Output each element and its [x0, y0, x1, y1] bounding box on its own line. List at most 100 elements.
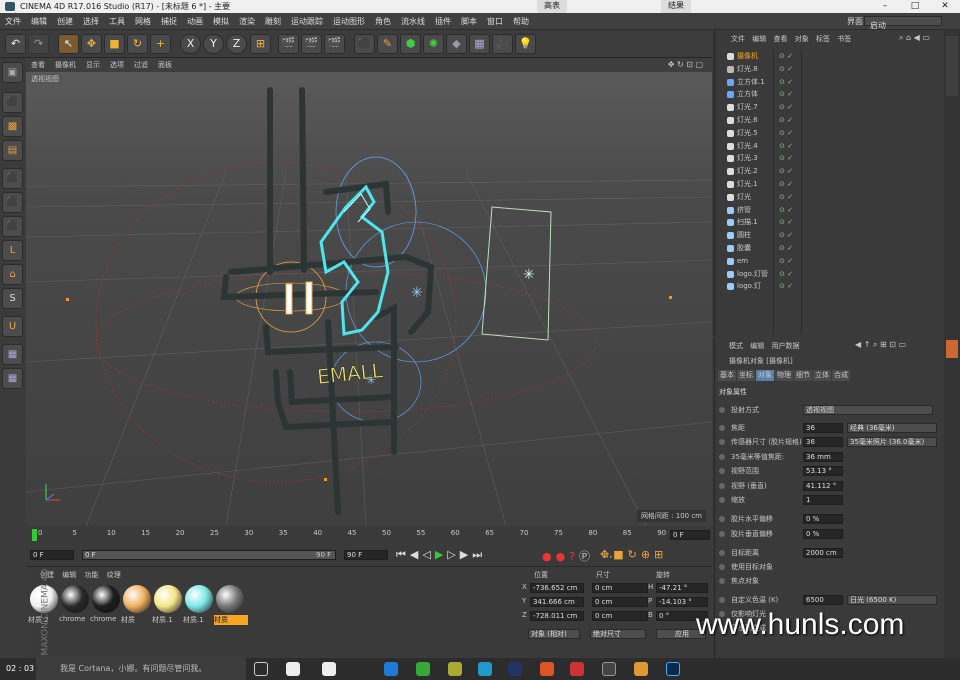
attr-preset-dropdown[interactable]: 日光 (6500 K) [847, 595, 937, 605]
menu-help[interactable]: 帮助 [508, 13, 534, 30]
axis-mode-icon[interactable]: L [2, 240, 23, 261]
move-icon[interactable]: ✥ [81, 34, 102, 54]
snap-icon[interactable]: S [2, 288, 23, 309]
material-ball[interactable] [216, 585, 244, 613]
cube-icon[interactable]: ⬛ [354, 34, 375, 54]
visibility-check-icon[interactable]: ⊙ ✓ [779, 280, 793, 293]
task-view-icon[interactable] [254, 662, 268, 676]
app-icon[interactable] [602, 662, 616, 676]
visibility-check-icon[interactable]: ⊙ ✓ [779, 178, 793, 191]
visibility-check-icon[interactable]: ⊙ ✓ [779, 63, 793, 76]
coordinate-system-icon[interactable]: ⊞ [250, 34, 271, 54]
scale-icon[interactable]: ■ [104, 34, 125, 54]
object-row[interactable]: 灯光.5 ⊙ ✓ [715, 127, 943, 140]
menu-script[interactable]: 脚本 [456, 13, 482, 30]
material-ball[interactable] [123, 585, 151, 613]
visibility-check-icon[interactable]: ⊙ ✓ [779, 204, 793, 217]
attr-value[interactable]: 透视视图 [803, 405, 933, 415]
workplane-icon[interactable]: ▤ [2, 140, 23, 161]
x-axis-button[interactable]: X [180, 34, 201, 54]
attr-tab[interactable]: 物理 [775, 370, 793, 381]
object-row[interactable]: em ⊙ ✓ [715, 255, 943, 268]
visibility-check-icon[interactable]: ⊙ ✓ [779, 76, 793, 89]
y-axis-button[interactable]: Y [203, 34, 224, 54]
attr-tab[interactable]: 坐标 [737, 370, 755, 381]
model-mode-icon[interactable]: ⬛ [2, 92, 23, 113]
cinema4d-icon[interactable] [508, 662, 522, 676]
animate-dot-icon[interactable] [719, 483, 725, 489]
start-frame-field[interactable]: 0 F [30, 550, 74, 560]
photoshop-icon[interactable] [666, 662, 680, 676]
material-ball[interactable] [61, 585, 89, 613]
attr-preset-dropdown[interactable]: 35毫米照片 (36.0毫米) [847, 437, 937, 447]
attr-tab[interactable]: 立体 [813, 370, 831, 381]
menu-select[interactable]: 选择 [78, 13, 104, 30]
powerpoint-icon[interactable] [570, 662, 584, 676]
material-ball[interactable] [92, 585, 120, 613]
menu-motion-tracking[interactable]: 运动跟踪 [286, 13, 328, 30]
attr-tab[interactable]: 对象 [756, 370, 774, 381]
object-row[interactable]: 立方体 ⊙ ✓ [715, 88, 943, 101]
layout-dropdown[interactable]: 启动 [864, 16, 942, 30]
animate-dot-icon[interactable] [719, 497, 725, 503]
position-field[interactable]: 341.666 cm [530, 597, 584, 607]
menu-tools[interactable]: 工具 [104, 13, 130, 30]
object-row[interactable]: 灯光.7 ⊙ ✓ [715, 101, 943, 114]
object-row[interactable]: 灯光.1 ⊙ ✓ [715, 178, 943, 191]
pen-icon[interactable]: ✎ [377, 34, 398, 54]
object-row[interactable]: 灯光.6 ⊙ ✓ [715, 114, 943, 127]
mat-menu-function[interactable]: 功能 [84, 571, 98, 579]
rotation-field[interactable]: -14.103 ° [656, 597, 708, 607]
coord-mode-dropdown[interactable]: 对象 (相对) [528, 629, 580, 639]
am-nav-icons[interactable]: ◀ ↑ ⌕ ⊞ ⊡ ▭ [855, 340, 906, 350]
tab-high[interactable]: 高表 [537, 0, 567, 13]
om-search-icon[interactable]: ⌕ ⌂ ◀ ▭ [899, 33, 930, 43]
side-tabs[interactable] [944, 30, 960, 658]
mat-menu-texture[interactable]: 纹理 [107, 571, 121, 579]
options-menu[interactable]: 选项 [105, 58, 129, 72]
position-field[interactable]: -736.652 cm [530, 583, 584, 593]
view-menu[interactable]: 查看 [26, 58, 50, 72]
app-icon[interactable] [286, 662, 300, 676]
rotate-icon[interactable]: ↻ [127, 34, 148, 54]
attr-value[interactable]: 41.112 ° [803, 481, 843, 491]
menu-edit[interactable]: 编辑 [26, 13, 52, 30]
object-row[interactable]: 圆柱 ⊙ ✓ [715, 229, 943, 242]
magnet-icon[interactable]: U [2, 316, 23, 337]
animate-dot-icon[interactable] [719, 550, 725, 556]
attr-value[interactable]: 53.13 ° [803, 466, 843, 476]
object-row[interactable]: 灯光.3 ⊙ ✓ [715, 152, 943, 165]
am-menu-userdata[interactable]: 用户数据 [771, 342, 799, 350]
object-row[interactable]: logo.灯 ⊙ ✓ [715, 280, 943, 293]
attr-tab[interactable]: 合成 [832, 370, 850, 381]
attr-value[interactable]: 1 [803, 495, 843, 505]
app-icon[interactable] [540, 662, 554, 676]
animate-dot-icon[interactable] [719, 468, 725, 474]
object-row[interactable]: 立方体.1 ⊙ ✓ [715, 76, 943, 89]
menu-character[interactable]: 角色 [370, 13, 396, 30]
render-picture-viewer-icon[interactable]: 🎬 [301, 34, 322, 54]
menu-simulate[interactable]: 模拟 [208, 13, 234, 30]
visibility-check-icon[interactable]: ⊙ ✓ [779, 191, 793, 204]
animate-dot-icon[interactable] [719, 531, 725, 537]
attr-value[interactable]: 2000 cm [803, 548, 843, 558]
visibility-check-icon[interactable]: ⊙ ✓ [779, 127, 793, 140]
menu-file[interactable]: 文件 [0, 13, 26, 30]
attr-tab[interactable]: 细节 [794, 370, 812, 381]
wechat-icon[interactable] [416, 662, 430, 676]
redo-icon[interactable]: ↷ [28, 34, 49, 54]
animate-dot-icon[interactable] [719, 597, 725, 603]
om-menu-bookmark[interactable]: 书签 [837, 35, 851, 43]
attr-value[interactable]: 0 % [803, 529, 843, 539]
object-row[interactable]: logo.灯管 ⊙ ✓ [715, 268, 943, 281]
attr-value[interactable]: 36 [803, 437, 843, 447]
light-icon[interactable]: 💡 [515, 34, 536, 54]
viewport[interactable]: 透视视图 ✳ ✳ ✳ EMALL 网格间距: 100 cm [26, 72, 712, 526]
menu-plugins[interactable]: 插件 [430, 13, 456, 30]
end-frame-field[interactable]: 90 F [344, 550, 388, 560]
render-view-icon[interactable]: 🎬 [278, 34, 299, 54]
menu-render[interactable]: 渲染 [234, 13, 260, 30]
object-row[interactable]: 胶囊 ⊙ ✓ [715, 242, 943, 255]
am-menu-mode[interactable]: 模式 [729, 342, 743, 350]
object-row[interactable]: 扫描.1 ⊙ ✓ [715, 216, 943, 229]
